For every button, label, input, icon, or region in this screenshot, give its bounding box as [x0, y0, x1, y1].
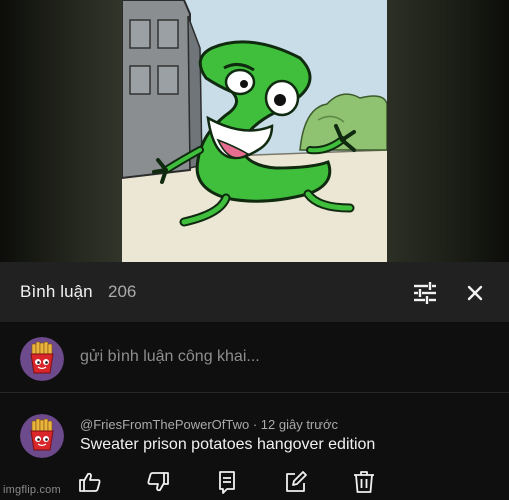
- like-button[interactable]: [77, 469, 103, 495]
- sort-filter-button[interactable]: [410, 278, 440, 308]
- edit-button[interactable]: [283, 469, 309, 495]
- like-icon: [79, 472, 101, 492]
- comment-actions: [0, 469, 509, 499]
- comments-header: Bình luận 206: [0, 262, 509, 322]
- user-avatar[interactable]: [20, 337, 64, 381]
- video-frame-illustration: [122, 0, 387, 262]
- comments-sheet: Bình luận 206 gửi bình luận công khai...…: [0, 262, 509, 500]
- reply-button[interactable]: [214, 469, 240, 495]
- fries-avatar-icon: [20, 414, 64, 458]
- screen: Bình luận 206 gửi bình luận công khai...…: [0, 0, 509, 500]
- dislike-button[interactable]: [145, 469, 171, 495]
- imgflip-watermark: imgflip.com: [3, 484, 61, 496]
- fries-avatar-icon: [20, 337, 64, 381]
- video-player[interactable]: [0, 0, 509, 262]
- comment-text: Sweater prison potatoes hangover edition: [80, 436, 376, 453]
- reply-icon: [219, 471, 235, 494]
- edit-icon: [286, 471, 307, 492]
- delete-icon: [354, 471, 374, 493]
- sliders-icon: [414, 282, 436, 304]
- close-button[interactable]: [460, 278, 490, 308]
- delete-button[interactable]: [351, 469, 377, 495]
- dislike-icon: [147, 472, 169, 492]
- comment-item: @FriesFromThePowerOfTwo · 12 giây trước …: [0, 393, 509, 500]
- comments-count: 206: [108, 282, 137, 301]
- comment-author-and-time[interactable]: @FriesFromThePowerOfTwo · 12 giây trước: [80, 417, 338, 432]
- comments-title: Bình luận: [20, 282, 93, 301]
- video-frame: [122, 0, 387, 262]
- video-blur-left: [0, 0, 122, 262]
- comment-compose-row: [0, 322, 509, 392]
- comment-input[interactable]: [80, 346, 490, 368]
- video-blur-right: [387, 0, 509, 262]
- close-icon: [467, 285, 483, 301]
- comment-author-avatar[interactable]: [20, 414, 64, 458]
